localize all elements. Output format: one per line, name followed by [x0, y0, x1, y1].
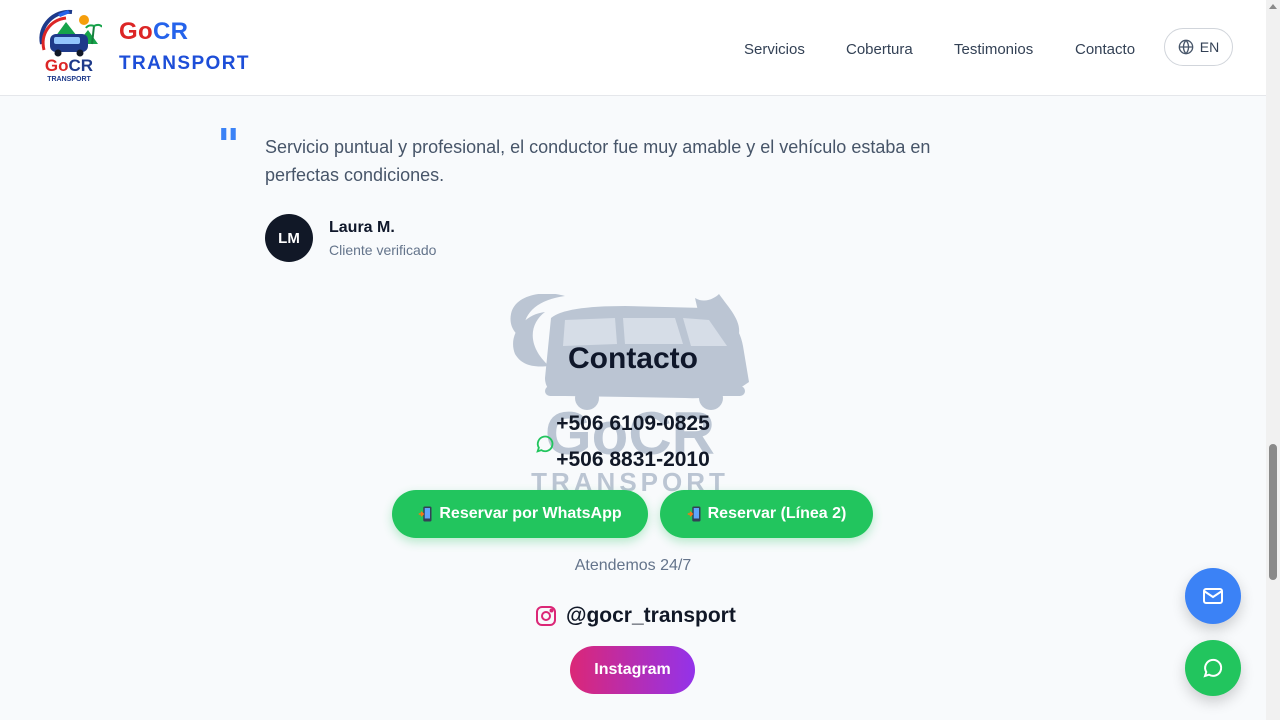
page-scrollbar[interactable] [1266, 0, 1280, 720]
mail-icon [1203, 588, 1223, 604]
contact-title: Contacto [568, 342, 698, 375]
instagram-icon [536, 606, 556, 626]
email-floating-button[interactable] [1185, 568, 1241, 624]
logo[interactable]: GoCR TRANSPORT [36, 4, 103, 84]
instagram-handle-row[interactable]: @gocr_transport [534, 603, 736, 629]
phone-number-2[interactable]: +506 8831-2010 [0, 448, 1266, 472]
whatsapp-booking-button[interactable]: Reservar por WhatsApp [392, 490, 648, 538]
globe-icon [1178, 39, 1194, 55]
testimonial-author-role: Cliente verificado [329, 242, 437, 258]
service-hours: Atendemos 24/7 [574, 557, 692, 574]
mobile-phone-icon [419, 506, 432, 522]
chat-icon [1203, 658, 1223, 678]
scroll-up-arrow-icon[interactable] [1269, 4, 1277, 9]
language-label: EN [1199, 39, 1220, 55]
phone-number-1[interactable]: +506 6109-0825 [0, 412, 1266, 436]
quote-icon: " [217, 120, 240, 171]
nav-cobertura[interactable]: Cobertura [846, 40, 913, 60]
mobile-phone-icon [687, 506, 701, 522]
site-header: GoCR TRANSPORT GoCR TRANSPORT Servicios … [0, 0, 1266, 96]
nav-testimonios[interactable]: Testimonios [954, 40, 1033, 60]
whatsapp-line2-booking-button[interactable]: Reservar (Línea 2) [660, 490, 873, 538]
svg-text:GoCR: GoCR [45, 56, 93, 75]
brand-go: Go [119, 18, 153, 45]
instagram-button[interactable]: Instagram [570, 646, 695, 694]
instagram-handle: @gocr_transport [566, 604, 736, 627]
language-toggle-button[interactable]: EN [1164, 28, 1233, 66]
testimonial-author-name: Laura M. [329, 219, 395, 236]
scrollbar-thumb[interactable] [1269, 444, 1277, 580]
whatsapp-booking-label: Reservar por WhatsApp [439, 505, 622, 522]
svg-text:TRANSPORT: TRANSPORT [47, 76, 91, 83]
whatsapp-line2-booking-label: Reservar (Línea 2) [707, 505, 847, 522]
brand-subtitle: TRANSPORT [119, 53, 250, 74]
nav-servicios[interactable]: Servicios [744, 40, 805, 60]
avatar: LM [265, 214, 313, 262]
nav-contacto[interactable]: Contacto [1075, 40, 1135, 60]
whatsapp-floating-button[interactable] [1185, 640, 1241, 696]
brand-cr: CR [152, 18, 189, 45]
brand-name[interactable]: GoCR TRANSPORT [119, 18, 250, 75]
testimonial-quote: Servicio puntual y profesional, el condu… [265, 137, 931, 185]
